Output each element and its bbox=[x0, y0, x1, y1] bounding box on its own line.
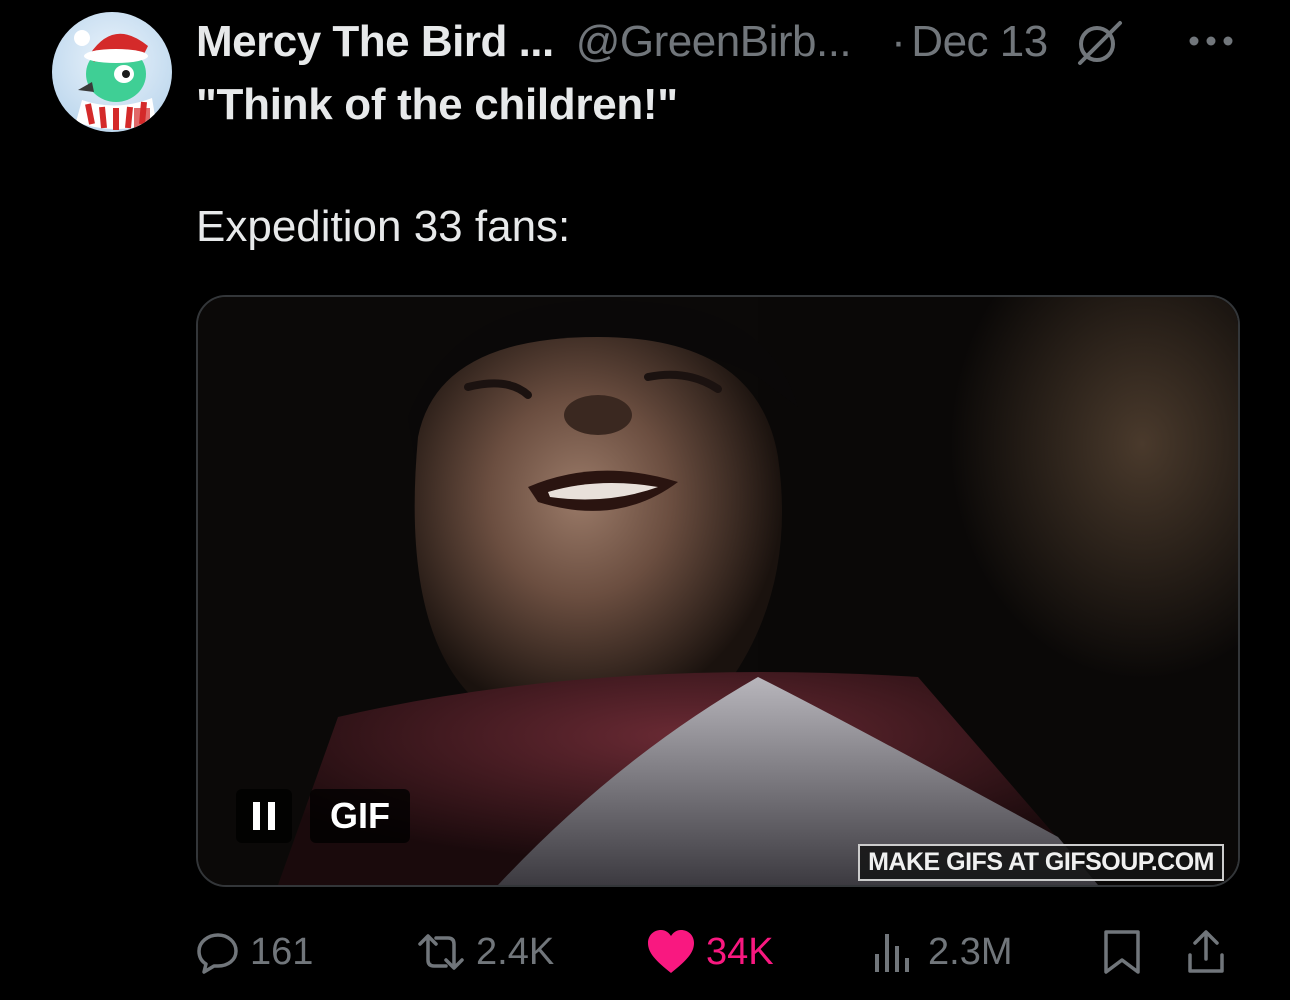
reply-count: 161 bbox=[250, 930, 314, 973]
tweet: Mercy The Bird ... @GreenBirb... · Dec 1… bbox=[0, 0, 1290, 1000]
separator-dot: · bbox=[891, 17, 906, 66]
reply-icon bbox=[197, 933, 238, 974]
views-button[interactable]: 2.3M bbox=[872, 920, 1012, 984]
handle[interactable]: @GreenBirb... bbox=[576, 17, 852, 67]
pause-button[interactable] bbox=[236, 789, 292, 843]
like-count: 34K bbox=[706, 930, 774, 973]
gif-controls: GIF bbox=[236, 789, 410, 843]
share-button[interactable] bbox=[1186, 920, 1226, 984]
repost-count: 2.4K bbox=[476, 930, 555, 973]
gif-media[interactable]: GIF MAKE GIFS AT GIFSOUP.COM bbox=[196, 295, 1240, 887]
share-icon bbox=[1188, 930, 1224, 973]
views-icon bbox=[875, 934, 909, 972]
views-count: 2.3M bbox=[928, 930, 1013, 973]
avatar[interactable] bbox=[52, 12, 172, 132]
bookmark-icon bbox=[1104, 930, 1140, 974]
like-icon bbox=[648, 930, 694, 973]
repost-button[interactable]: 2.4K bbox=[416, 920, 554, 984]
pause-icon bbox=[253, 802, 275, 830]
like-button[interactable]: 34K bbox=[646, 920, 774, 984]
tweet-text-line-1: "Think of the children!" bbox=[196, 80, 678, 129]
gif-watermark: MAKE GIFS AT GIFSOUP.COM bbox=[858, 844, 1224, 881]
gif-badge: GIF bbox=[310, 789, 410, 843]
tweet-header: Mercy The Bird ... @GreenBirb... · Dec 1… bbox=[196, 14, 1256, 70]
tweet-text-line-2: Expedition 33 fans: bbox=[196, 202, 571, 251]
reply-button[interactable]: 161 bbox=[196, 920, 313, 984]
timestamp[interactable]: Dec 13 bbox=[911, 17, 1048, 67]
grok-icon[interactable] bbox=[1072, 15, 1126, 69]
more-icon[interactable] bbox=[1186, 32, 1236, 50]
action-bar: 161 2.4K 34K 2.3M bbox=[196, 920, 1236, 984]
bookmark-button[interactable] bbox=[1102, 920, 1142, 984]
display-name[interactable]: Mercy The Bird ... bbox=[196, 17, 554, 67]
repost-icon bbox=[418, 934, 464, 970]
